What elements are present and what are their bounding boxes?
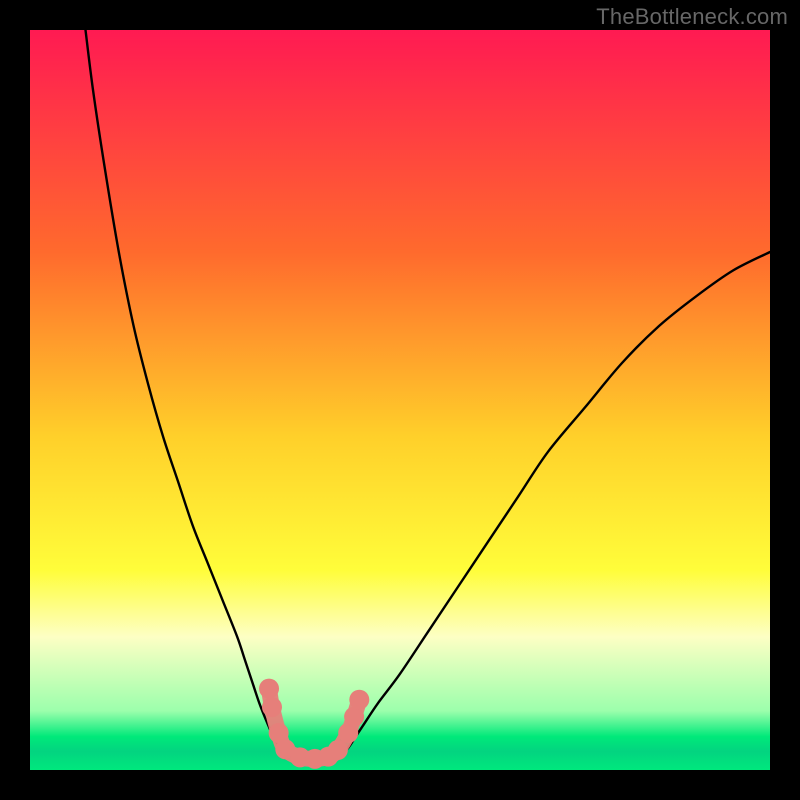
chart-frame: TheBottleneck.com [0,0,800,800]
marker-point [262,697,282,717]
marker-point [344,707,364,727]
watermark-text: TheBottleneck.com [596,4,788,30]
chart-svg [30,30,770,770]
marker-point [259,679,279,699]
marker-point [349,690,369,710]
marker-point [328,740,348,760]
plot-area [30,30,770,770]
gradient-background [30,30,770,770]
